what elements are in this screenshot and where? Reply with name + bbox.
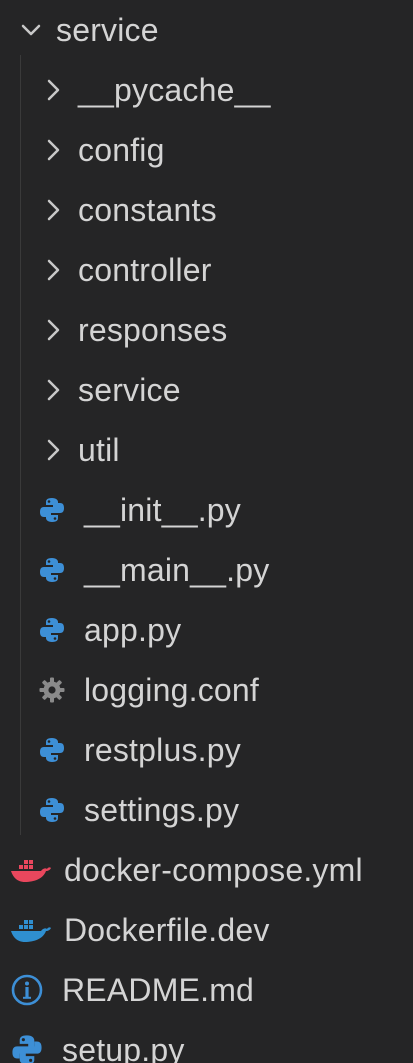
folder-label: __pycache__ [78, 72, 271, 108]
folder-util[interactable]: util [0, 420, 413, 480]
file-docker-compose-yml[interactable]: docker-compose.yml [0, 840, 413, 900]
folder-controller[interactable]: controller [0, 240, 413, 300]
folder-constants[interactable]: constants [0, 180, 413, 240]
file-label: __init__.py [84, 492, 241, 528]
folder-service[interactable]: service [0, 360, 413, 420]
file-label: settings.py [84, 792, 240, 828]
file-app-py[interactable]: app.py [0, 600, 413, 660]
chevron-down-icon [21, 24, 41, 36]
python-icon [40, 738, 64, 762]
docker-icon [11, 920, 51, 942]
python-icon [12, 1035, 42, 1063]
chevron-right-icon [47, 139, 60, 161]
file-explorer: service __pycache__ config constants con… [0, 0, 413, 1063]
folder-label: constants [78, 192, 217, 228]
folder-responses[interactable]: responses [0, 300, 413, 360]
info-icon [11, 974, 43, 1006]
file-label: setup.py [62, 1032, 185, 1063]
gear-icon [39, 677, 65, 703]
chevron-right-icon [47, 79, 60, 101]
file-restplus-py[interactable]: restplus.py [0, 720, 413, 780]
file-init-py[interactable]: __init__.py [0, 480, 413, 540]
folder-label: service [56, 12, 159, 48]
chevron-right-icon [47, 319, 60, 341]
file-settings-py[interactable]: settings.py [0, 780, 413, 840]
python-icon [40, 618, 64, 642]
file-label: Dockerfile.dev [64, 912, 270, 948]
chevron-right-icon [47, 259, 60, 281]
python-icon [40, 558, 64, 582]
file-label: app.py [84, 612, 182, 648]
file-label: README.md [62, 972, 255, 1008]
docker-icon [11, 860, 51, 882]
file-main-py[interactable]: __main__.py [0, 540, 413, 600]
file-label: __main__.py [84, 552, 270, 588]
file-readme-md[interactable]: README.md [0, 960, 413, 1020]
file-label: restplus.py [84, 732, 241, 768]
folder-config[interactable]: config [0, 120, 413, 180]
file-setup-py[interactable]: setup.py [0, 1020, 413, 1063]
folder-label: util [78, 432, 120, 468]
folder-label: controller [78, 252, 212, 288]
chevron-right-icon [47, 379, 60, 401]
file-label: docker-compose.yml [64, 852, 363, 888]
python-icon [40, 498, 64, 522]
folder-pycache[interactable]: __pycache__ [0, 60, 413, 120]
folder-label: responses [78, 312, 228, 348]
chevron-right-icon [47, 199, 60, 221]
python-icon [40, 798, 64, 822]
chevron-right-icon [47, 439, 60, 461]
file-dockerfile-dev[interactable]: Dockerfile.dev [0, 900, 413, 960]
file-logging-conf[interactable]: logging.conf [0, 660, 413, 720]
folder-service-root[interactable]: service [0, 0, 413, 60]
folder-label: config [78, 132, 165, 168]
folder-label: service [78, 372, 181, 408]
file-label: logging.conf [84, 672, 259, 708]
